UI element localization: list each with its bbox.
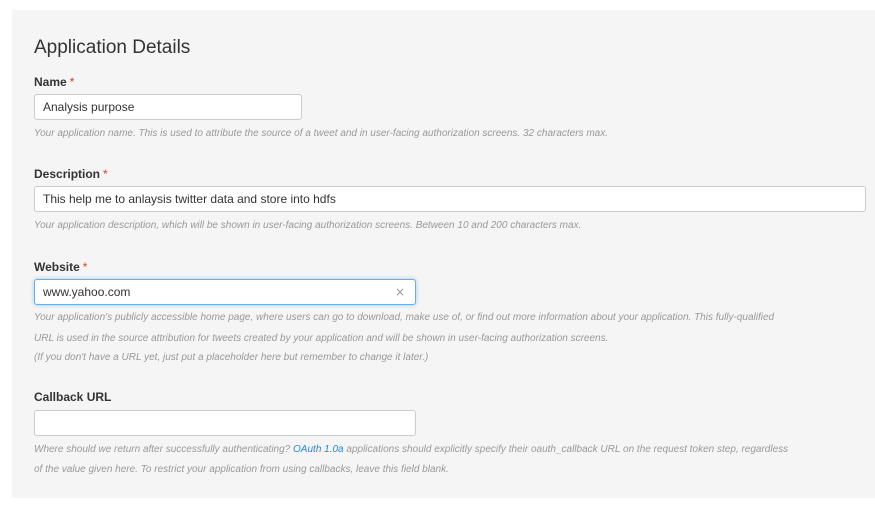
callback-url-input[interactable]	[34, 410, 416, 436]
website-label-text: Website	[34, 260, 80, 274]
name-label-text: Name	[34, 75, 67, 89]
callback-help-line-1: Where should we return after successfull…	[34, 441, 788, 459]
application-details-panel: Application Details Name* Your applicati…	[12, 10, 875, 498]
name-label: Name *	[34, 75, 74, 89]
clear-icon[interactable]: ×	[395, 286, 405, 298]
description-label: Description *	[34, 167, 108, 181]
website-help-line-3: (If you don't have a URL yet, just put a…	[34, 352, 429, 363]
callback-url-label-text: Callback URL	[34, 390, 112, 404]
section-title: Application Details	[34, 37, 191, 58]
website-help-line-2: URL is used in the source attribution fo…	[34, 333, 609, 344]
callback-url-label: Callback URL	[34, 390, 111, 404]
required-marker: *	[103, 167, 108, 181]
required-marker: *	[82, 260, 88, 274]
website-label: Website *	[34, 260, 87, 274]
callback-help-after-link: applications should explicitly specify t…	[343, 444, 789, 455]
website-input[interactable]	[34, 279, 416, 305]
description-input[interactable]	[34, 186, 866, 212]
description-help-text: Your application description, which will…	[34, 220, 582, 231]
oauth-link[interactable]: OAuth 1.0a	[293, 444, 344, 455]
required-marker: *	[69, 75, 75, 89]
callback-help-line-2: of the value given here. To restrict you…	[34, 464, 449, 475]
name-input[interactable]	[34, 94, 302, 120]
description-label-text: Description	[34, 167, 101, 181]
website-help-line-1: Your application's publicly accessible h…	[34, 312, 775, 323]
callback-help-before-link: Where should we return after successfull…	[34, 444, 294, 455]
name-help-text: Your application name. This is used to a…	[34, 128, 609, 139]
